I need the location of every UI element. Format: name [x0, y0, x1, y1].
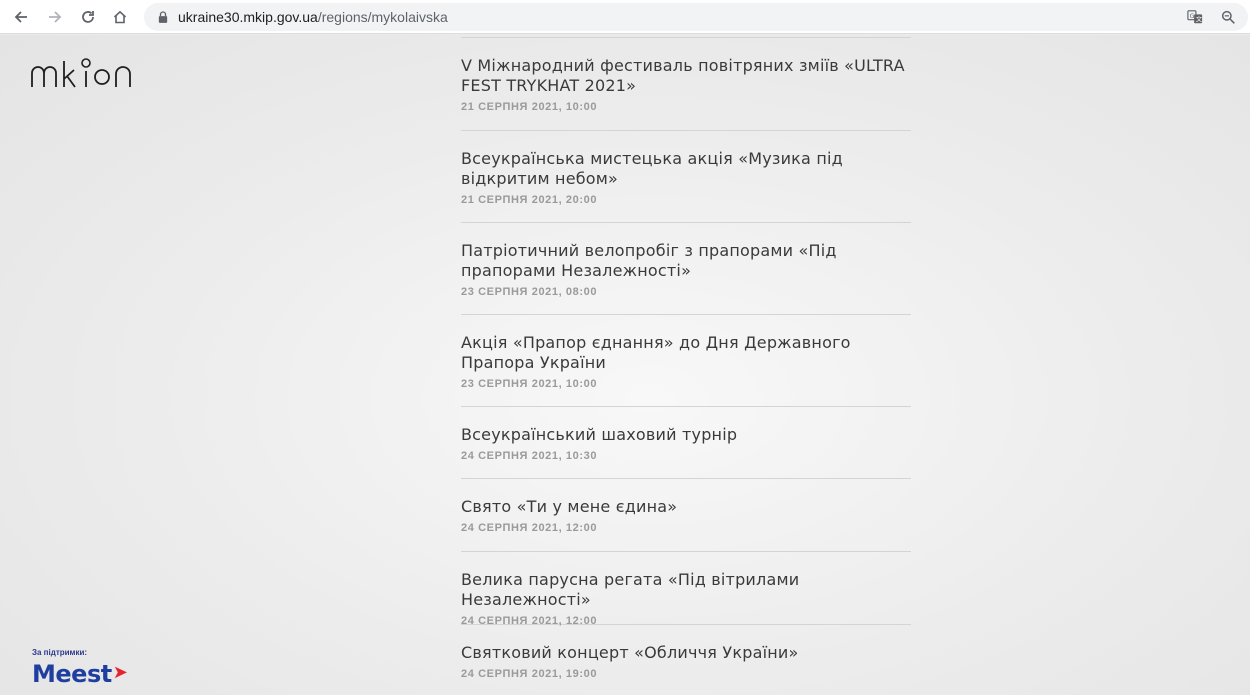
event-title[interactable]: V Міжнародний фестиваль повітряних зміїв…: [461, 56, 911, 96]
zoom-icon[interactable]: [1219, 8, 1237, 26]
url-text[interactable]: ukraine30.mkip.gov.ua/regions/mykolaivsk…: [178, 9, 448, 25]
home-icon[interactable]: [108, 5, 132, 29]
address-bar[interactable]: ukraine30.mkip.gov.ua/regions/mykolaivsk…: [144, 3, 1248, 31]
mkip-logo[interactable]: mkip: [30, 55, 134, 91]
event-item[interactable]: Всеукраїнська мистецька акція «Музика пі…: [461, 131, 911, 223]
event-item[interactable]: Всеукраїнський шаховий турнір 24 серпня 2…: [461, 407, 911, 479]
back-arrow-icon[interactable]: [9, 5, 33, 29]
svg-text:G: G: [1190, 13, 1195, 20]
meest-brand-text: Meest: [32, 660, 112, 688]
event-item[interactable]: Святковий концерт «Обличчя України» 24 се…: [461, 625, 911, 695]
event-title[interactable]: Патріотичний велопробіг з прапорами «Під…: [461, 241, 911, 281]
event-title[interactable]: Акція «Прапор єднання» до Дня Державного…: [461, 333, 911, 373]
event-date: 23 серпня 2021, 08:00: [461, 286, 598, 298]
forward-arrow-icon[interactable]: [43, 5, 67, 29]
meest-logo[interactable]: Meest ➤: [32, 660, 128, 688]
event-date: 24 серпня 2021, 19:00: [461, 668, 598, 680]
event-item[interactable]: V Міжнародний фестиваль повітряних зміїв…: [461, 38, 911, 131]
event-title[interactable]: Всеукраїнський шаховий турнір: [461, 425, 911, 445]
event-item[interactable]: Свято «Ти у мене єдина» 24 серпня 2021, 1…: [461, 479, 911, 552]
event-date: 24 серпня 2021, 10:30: [461, 450, 598, 462]
event-date: 23 серпня 2021, 10:00: [461, 378, 598, 390]
event-date: 24 серпня 2021, 12:00: [461, 522, 598, 534]
meest-arrow-icon: ➤: [112, 662, 128, 683]
sponsor-label: За підтримки:: [32, 648, 88, 657]
event-date: 21 серпня 2021, 10:00: [461, 101, 598, 113]
browser-toolbar: ukraine30.mkip.gov.ua/regions/mykolaivsk…: [0, 0, 1250, 34]
event-title[interactable]: Святковий концерт «Обличчя України»: [461, 643, 911, 663]
event-item[interactable]: Акція «Прапор єднання» до Дня Державного…: [461, 315, 911, 407]
reload-icon[interactable]: [76, 5, 100, 29]
page-content: mkip V Міжнародний фестиваль повітряних …: [0, 35, 1250, 695]
event-date: 21 серпня 2021, 20:00: [461, 194, 598, 206]
event-title[interactable]: Велика парусна регата «Під вітрилами Нез…: [461, 570, 911, 610]
svg-text:文: 文: [1196, 15, 1203, 23]
events-list: V Міжнародний фестиваль повітряних зміїв…: [461, 37, 911, 695]
event-item[interactable]: Патріотичний велопробіг з прапорами «Під…: [461, 223, 911, 315]
event-item[interactable]: Велика парусна регата «Під вітрилами Нез…: [461, 552, 911, 627]
lock-icon[interactable]: [156, 10, 170, 24]
event-title[interactable]: Свято «Ти у мене єдина»: [461, 497, 911, 517]
event-title[interactable]: Всеукраїнська мистецька акція «Музика пі…: [461, 149, 911, 189]
translate-icon[interactable]: G文: [1186, 8, 1204, 26]
